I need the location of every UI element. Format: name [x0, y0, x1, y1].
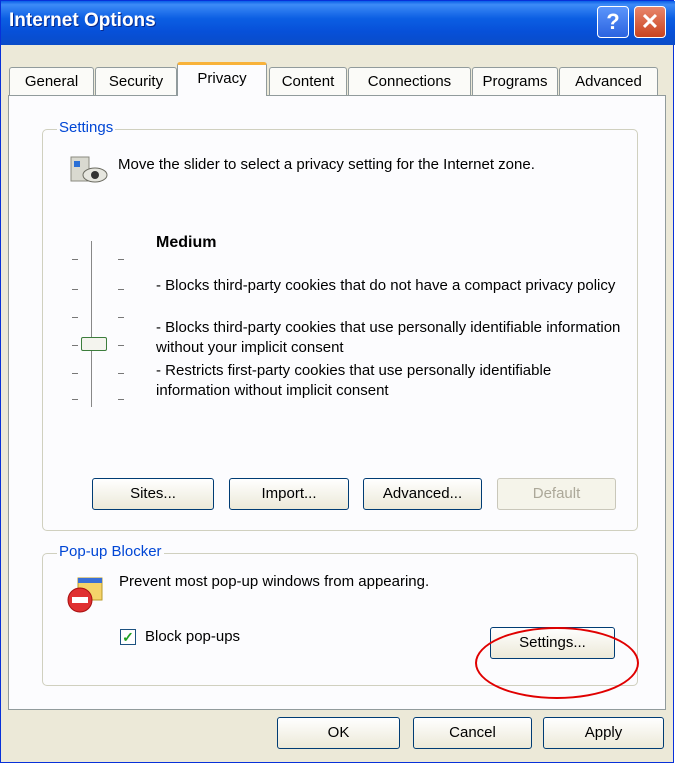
close-icon[interactable]: ✕	[634, 6, 666, 38]
default-button[interactable]: Default	[497, 478, 616, 510]
privacy-eye-icon	[70, 156, 108, 183]
sites-button[interactable]: Sites...	[92, 478, 214, 510]
internet-options-dialog: Internet Options ? ✕ General Security Pr…	[0, 0, 675, 763]
policy-line-3: - Restricts first-party cookies that use…	[156, 362, 552, 399]
tab-programs[interactable]: Programs	[472, 67, 558, 95]
policy-line-1: - Blocks third-party cookies that do not…	[156, 277, 616, 294]
privacy-slider-track[interactable]	[91, 241, 95, 407]
slider-tick	[72, 289, 78, 290]
slider-tick	[118, 399, 124, 400]
apply-button[interactable]: Apply	[543, 717, 664, 749]
import-button[interactable]: Import...	[229, 478, 349, 510]
slider-tick	[118, 259, 124, 260]
slider-tick	[118, 345, 124, 346]
advanced-button[interactable]: Advanced...	[363, 478, 482, 510]
tab-privacy[interactable]: Privacy	[177, 62, 267, 96]
block-popups-checkbox[interactable]: ✓	[120, 629, 136, 645]
tab-content[interactable]: Content	[269, 67, 347, 95]
tab-security[interactable]: Security	[95, 67, 177, 95]
popup-blocked-icon	[67, 577, 103, 613]
slider-tick	[72, 399, 78, 400]
highlight-circle	[475, 627, 639, 699]
slider-tick	[72, 373, 78, 374]
tab-connections[interactable]: Connections	[348, 67, 471, 95]
window-title: Internet Options	[9, 10, 156, 31]
slider-instruction: Move the slider to select a privacy sett…	[118, 156, 535, 173]
slider-tick	[72, 345, 78, 346]
title-bar[interactable]: Internet Options ? ✕	[1, 1, 675, 45]
privacy-level: Medium	[156, 234, 217, 251]
popup-description: Prevent most pop-up windows from appeari…	[119, 573, 430, 590]
tab-general[interactable]: General	[9, 67, 94, 95]
help-icon[interactable]: ?	[597, 6, 629, 38]
settings-legend: Settings	[57, 119, 116, 136]
policy-line-2: - Blocks third-party cookies that use pe…	[156, 319, 621, 356]
block-popups-label[interactable]: Block pop-ups	[145, 627, 240, 647]
slider-tick	[118, 317, 124, 318]
slider-tick	[118, 289, 124, 290]
cancel-button[interactable]: Cancel	[413, 717, 532, 749]
slider-tick	[118, 373, 124, 374]
slider-tick	[72, 317, 78, 318]
privacy-slider-thumb[interactable]	[81, 337, 107, 351]
slider-tick	[72, 259, 78, 260]
tab-advanced[interactable]: Advanced	[559, 67, 658, 95]
ok-button[interactable]: OK	[277, 717, 400, 749]
popup-blocker-legend: Pop-up Blocker	[57, 543, 164, 560]
